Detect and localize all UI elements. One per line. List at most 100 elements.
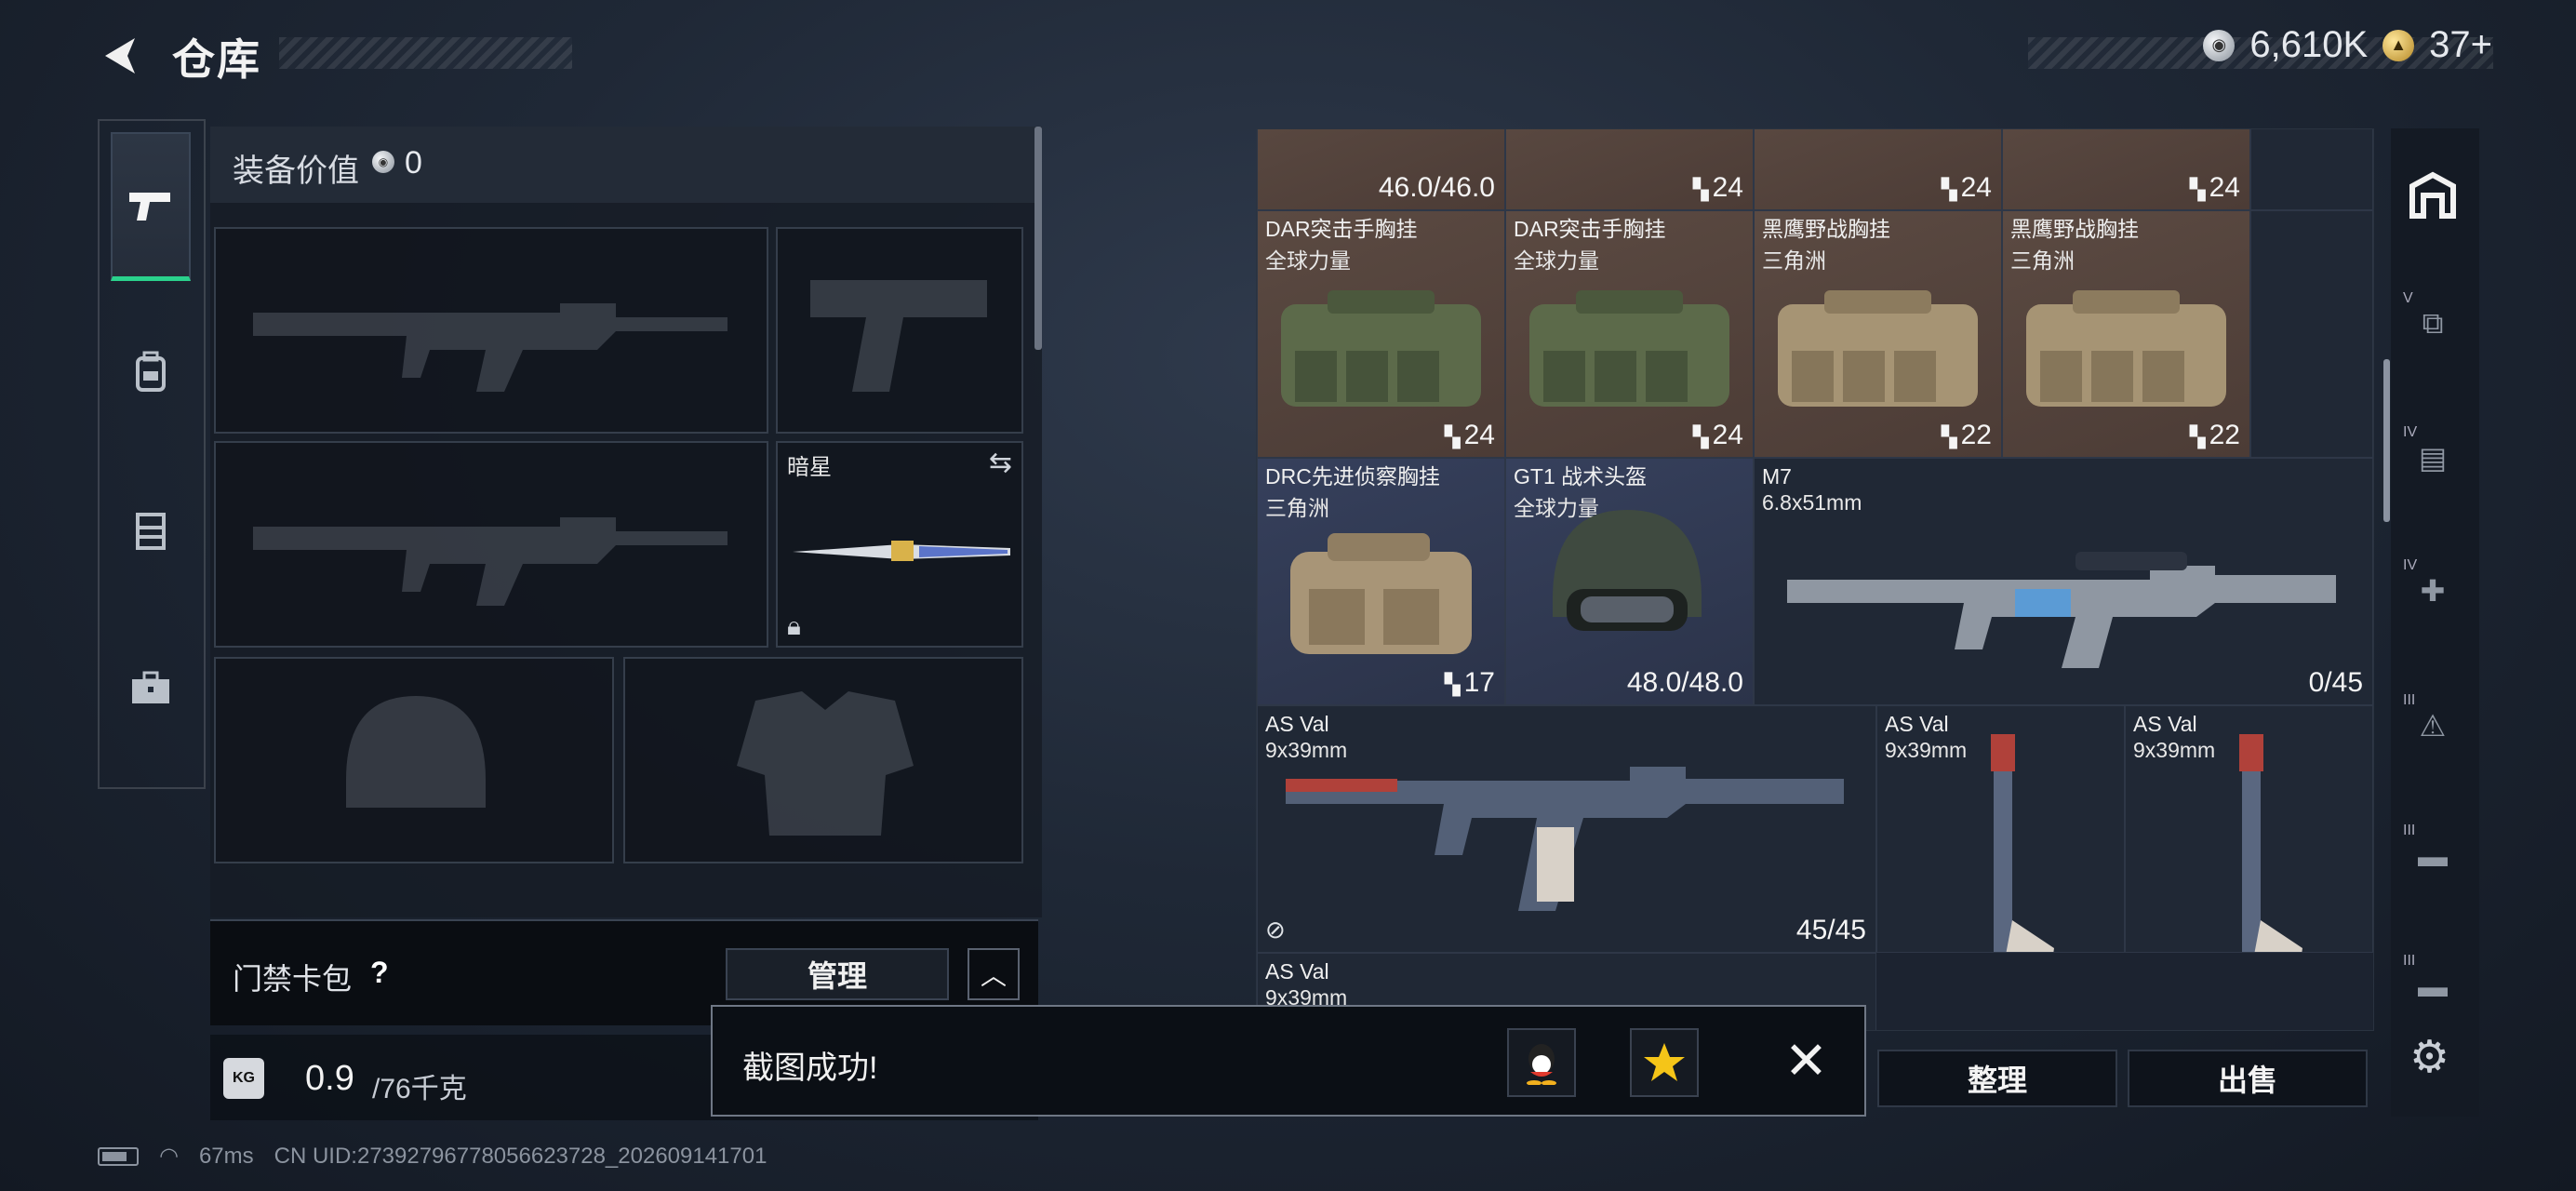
item-faction: 三角洲 (2010, 248, 2075, 273)
back-button[interactable] (93, 28, 149, 84)
inventory-item[interactable]: M7 6.8x51mm 0/45 (1754, 458, 2373, 705)
inventory-item[interactable]: DAR突击手胸挂 全球力量 ▚ 24 (1257, 210, 1505, 458)
ammo-icon: ▚ (2189, 425, 2206, 448)
helmet-silhouette-icon (346, 696, 486, 808)
manage-button[interactable]: 管理 (726, 948, 949, 1000)
item-count: 0/45 (2308, 667, 2363, 698)
help-icon[interactable]: ? (370, 956, 389, 990)
organize-button[interactable]: 整理 (1877, 1050, 2117, 1107)
item-count: ▚ 22 (2190, 420, 2240, 451)
rifle-image (1286, 767, 1844, 911)
no-mod-icon: ⊘ (1265, 916, 1286, 943)
ping: 67ms (198, 1143, 254, 1169)
nav-safe-box[interactable] (111, 614, 191, 763)
storage-tab-4a[interactable]: IV ▤ (2403, 424, 2461, 486)
inventory-item[interactable]: 46.0/46.0 (1257, 129, 1505, 210)
token-amount: 37+ (2429, 24, 2492, 65)
item-name: M7 (1762, 464, 1792, 488)
item-count: ▚ 24 (1942, 172, 1992, 204)
item-count-value: 24 (1960, 172, 1992, 203)
rifle-image (1787, 552, 2336, 668)
inventory-empty-cell[interactable] (2250, 210, 2373, 458)
storage-tab-5[interactable]: V ⧉ (2403, 290, 2461, 352)
item-name: DAR突击手胸挂 (1514, 217, 1666, 241)
briefcase-icon (132, 671, 169, 703)
stash-icon: ⧉ (2422, 306, 2444, 340)
ammo-icon: ▚ (1692, 425, 1709, 448)
item-faction: 全球力量 (1265, 248, 1351, 273)
rifle-silhouette-icon (253, 517, 727, 606)
coin-amount: 6,610K (2249, 24, 2369, 65)
armor-slot[interactable] (623, 657, 1023, 863)
inventory-item[interactable]: DAR突击手胸挂 全球力量 ▚ 24 (1505, 210, 1754, 458)
item-count: ▚ 22 (1942, 420, 1992, 451)
item-faction: 三角洲 (1762, 248, 1826, 273)
loadout-scrollbar[interactable] (1034, 127, 1042, 350)
tier-mark: IV (2403, 424, 2418, 440)
warehouse-icon (2409, 171, 2456, 219)
inventory-item[interactable]: ▚ 24 (1754, 129, 2002, 210)
item-faction: 三角洲 (1265, 496, 1329, 520)
weight-current: 0.9 (305, 1059, 354, 1098)
status-bar: ◠ 67ms CN UID:27392796778056623728_20260… (98, 1143, 767, 1170)
nav-vest[interactable] (111, 456, 191, 605)
rifle-image-vertical (1991, 734, 2054, 952)
close-icon[interactable]: ✕ (1784, 1035, 1828, 1087)
storage-tab-3c[interactable]: III ▬ (2403, 953, 2461, 1014)
inventory-item[interactable]: 黑鹰野战胸挂 三角洲 ▚ 22 (2002, 210, 2250, 458)
item-count: ▚ 17 (1445, 667, 1495, 699)
inventory-item[interactable]: GT1 战术头盔 全球力量 48.0/48.0 (1505, 458, 1754, 705)
helmet-slot[interactable] (214, 657, 614, 863)
inventory-item[interactable]: AS Val 9x39mm (1876, 705, 2125, 953)
ammo-icon: ▚ (1444, 673, 1461, 696)
melee-slot[interactable]: 暗星 ⇆ 🔒︎ (776, 441, 1023, 648)
title-decoration (279, 37, 572, 69)
equipment-value: 0 (405, 145, 422, 181)
nav-weapons[interactable] (111, 132, 191, 281)
item-count: 46.0/46.0 (1378, 172, 1495, 203)
inventory-empty-cell[interactable] (2250, 129, 2373, 210)
inventory-item[interactable]: DRC先进侦察胸挂 三角洲 ▚ 17 (1257, 458, 1505, 705)
share-qzone-button[interactable] (1630, 1028, 1699, 1097)
inventory-item[interactable]: 黑鹰野战胸挂 三角洲 ▚ 22 (1754, 210, 2002, 458)
inventory-item[interactable]: AS Val 9x39mm ⊘ 45/45 (1257, 705, 1876, 953)
storage-tab-3b[interactable]: III ▬ (2403, 823, 2461, 884)
warehouse-tab[interactable] (2405, 167, 2461, 223)
pistol-slot[interactable] (776, 227, 1023, 434)
item-count-value: 22 (2209, 420, 2240, 450)
item-count-value: 24 (1712, 420, 1743, 450)
storage-tab-3a[interactable]: III ⚠︎ (2403, 692, 2461, 754)
storage-tab-4b[interactable]: IV ✚ (2403, 557, 2461, 619)
silver-coin-icon: ◉ (372, 151, 394, 173)
chest-rig-image (2026, 290, 2226, 407)
nav-backpack[interactable] (111, 298, 191, 447)
inventory-item[interactable]: AS Val 9x39mm (2125, 705, 2373, 953)
weight-icon: KG (223, 1058, 264, 1099)
item-count-value: 17 (1463, 667, 1495, 698)
inventory-item[interactable]: ▚ 24 (2002, 129, 2250, 210)
ammo-icon: ▚ (1692, 178, 1709, 201)
silver-coin-icon: ◉ (2203, 29, 2236, 61)
rifle-icon: ▬ (2418, 838, 2448, 873)
tier-mark: IV (2403, 557, 2418, 573)
share-qq-button[interactable] (1507, 1028, 1576, 1097)
item-count: ▚ 24 (1693, 172, 1743, 204)
settings-gear-icon[interactable]: ⚙ (2409, 1031, 2449, 1083)
swap-icon[interactable]: ⇆ (989, 447, 1012, 479)
access-card-label: 门禁卡包 (233, 962, 353, 996)
vest-icon (136, 513, 166, 550)
inventory-scrollbar[interactable] (2383, 359, 2390, 522)
secondary-weapon-slot[interactable] (214, 441, 768, 648)
warning-icon: ⚠︎ (2419, 709, 2447, 743)
currency-bar: ◉ 6,610K ▲ 37+ (2203, 24, 2492, 66)
inventory-item[interactable]: ▚ 24 (1505, 129, 1754, 210)
ammo-icon: ▚ (1941, 178, 1957, 201)
item-name: 黑鹰野战胸挂 (1762, 217, 1890, 241)
item-name: DAR突击手胸挂 (1265, 217, 1418, 241)
toast-message: 截图成功! (742, 1050, 878, 1086)
chest-rig-image (1290, 533, 1472, 654)
item-name: AS Val (1885, 712, 1949, 736)
primary-weapon-slot[interactable] (214, 227, 768, 434)
sell-button[interactable]: 出售 (2128, 1050, 2368, 1107)
chevron-up-icon[interactable]: ︿ (968, 948, 1020, 1000)
